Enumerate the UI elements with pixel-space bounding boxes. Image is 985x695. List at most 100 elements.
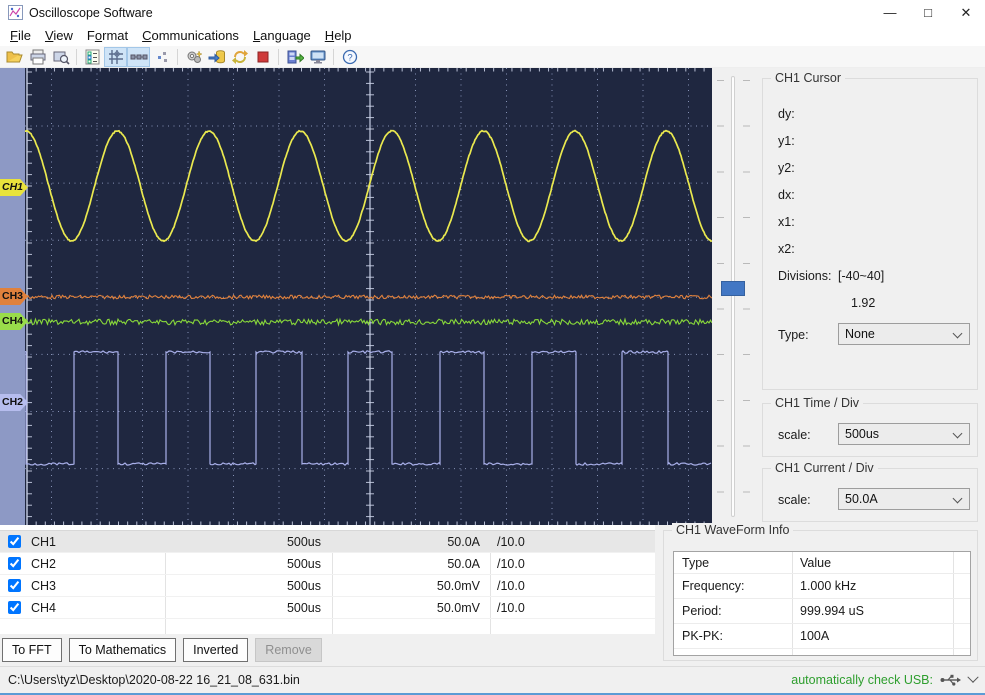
cursor-group-title: CH1 Cursor xyxy=(771,71,845,85)
display-grid-icon[interactable] xyxy=(104,46,127,67)
channel-time: 500us xyxy=(286,578,321,593)
close-button[interactable]: ✕ xyxy=(947,0,985,25)
cursor-dx-label: dx: xyxy=(778,188,795,202)
menu-communications[interactable]: Communications xyxy=(135,27,246,44)
current-scale-value: 50.0A xyxy=(845,492,878,506)
inverted-button[interactable]: Inverted xyxy=(183,638,249,662)
to-fft-button[interactable]: To FFT xyxy=(2,638,62,662)
channel-name: CH2 xyxy=(31,556,57,571)
window-title: Oscilloscope Software xyxy=(29,5,153,20)
wf-type: Frequency: xyxy=(682,579,745,593)
usb-dropdown-chevron-icon[interactable] xyxy=(967,671,979,683)
channel-atten: /10.0 xyxy=(497,600,525,615)
minimize-button[interactable]: — xyxy=(871,0,909,25)
settings-icon[interactable] xyxy=(182,47,205,67)
to-mathematics-button[interactable]: To Mathematics xyxy=(68,638,177,662)
cursor-type-label: Type: xyxy=(778,328,809,342)
channel-checkbox-ch1[interactable] xyxy=(8,535,21,548)
slider-handle[interactable] xyxy=(721,281,745,296)
wf-row-pkpk: PK-PK: 100A xyxy=(674,624,970,649)
menu-help[interactable]: Help xyxy=(318,27,359,44)
cursor-y1-label: y1: xyxy=(778,134,795,148)
wf-header-value: Value xyxy=(800,555,832,570)
channel-atten: /10.0 xyxy=(497,556,525,571)
display-points-icon[interactable] xyxy=(150,47,173,67)
status-bar: C:\Users\tyz\Desktop\2020-08-22 16_21_08… xyxy=(0,666,985,693)
divisions-range: [-40~40] xyxy=(838,269,885,283)
channel-checkbox-ch2[interactable] xyxy=(8,557,21,570)
channel-checkbox-ch3[interactable] xyxy=(8,579,21,592)
table-row-ch4[interactable]: CH4 500us 50.0mV /10.0 xyxy=(0,597,655,619)
channel-scale: 50.0A xyxy=(447,556,480,571)
wf-value: 100A xyxy=(800,629,830,643)
refresh-icon[interactable] xyxy=(228,47,251,67)
current-scale-label: scale: xyxy=(778,493,811,507)
usb-icon xyxy=(940,674,961,686)
print-preview-icon[interactable] xyxy=(49,47,72,67)
wf-row-period: Period: 999.994 uS xyxy=(674,599,970,624)
current-scale-select[interactable]: 50.0A xyxy=(838,488,970,510)
menu-language[interactable]: Language xyxy=(246,27,318,44)
display-list-icon[interactable] xyxy=(81,47,104,67)
toolbar: ? xyxy=(0,46,985,68)
toolbar-separator xyxy=(333,48,334,65)
stop-acquisition-icon[interactable] xyxy=(251,47,274,67)
display-dots-icon[interactable] xyxy=(127,46,150,67)
time-scale-value: 500us xyxy=(845,427,880,441)
open-file-icon[interactable] xyxy=(3,47,26,67)
maximize-button[interactable]: □ xyxy=(909,0,947,25)
app-icon xyxy=(8,5,23,20)
cursor-dy-label: dy: xyxy=(778,107,795,121)
menu-bar: File View Format Communications Language… xyxy=(0,25,985,46)
waveform-info-groupbox: CH1 WaveForm Info Type Value Frequency: … xyxy=(663,523,978,661)
channel-name: CH4 xyxy=(31,600,57,615)
table-row-ch2[interactable]: CH2 500us 50.0A /10.0 xyxy=(0,553,655,575)
waveform-info-region: CH1 WaveForm Info Type Value Frequency: … xyxy=(655,523,985,666)
connect-device-icon[interactable] xyxy=(205,47,228,67)
cursor-x1-label: x1: xyxy=(778,215,795,229)
slider-groove xyxy=(731,76,735,517)
channel-time: 500us xyxy=(286,600,321,615)
file-path: C:\Users\tyz\Desktop\2020-08-22 16_21_08… xyxy=(8,673,300,687)
cursor-x2-label: x2: xyxy=(778,242,795,256)
menu-view[interactable]: View xyxy=(38,27,80,44)
title-bar: Oscilloscope Software — □ ✕ xyxy=(0,0,985,25)
channels-table: CH1 500us 50.0A /10.0 CH2 500us 50.0A /1… xyxy=(0,530,655,635)
channel-scale: 50.0mV xyxy=(436,600,480,615)
table-row-ch3[interactable]: CH3 500us 50.0mV /10.0 xyxy=(0,575,655,597)
channel-time: 500us xyxy=(286,534,321,549)
cursor-type-select[interactable]: None xyxy=(838,323,970,345)
current-div-title: CH1 Current / Div xyxy=(771,461,878,475)
svg-text:?: ? xyxy=(347,52,352,63)
channel-checkbox-ch4[interactable] xyxy=(8,601,21,614)
waveform-info-title: CH1 WaveForm Info xyxy=(672,523,794,537)
toolbar-separator xyxy=(177,48,178,65)
slider-ticks xyxy=(717,80,724,514)
table-row-ch1[interactable]: CH1 500us 50.0A /10.0 xyxy=(0,531,655,553)
remove-button: Remove xyxy=(255,638,322,662)
channel-time: 500us xyxy=(286,556,321,571)
print-icon[interactable] xyxy=(26,47,49,67)
right-panel: CH1 Cursor dy: y1: y2: dx: x1: x2: Divis… xyxy=(755,68,985,525)
divisions-label: Divisions: xyxy=(778,269,832,283)
export-data-icon[interactable] xyxy=(283,47,306,67)
channel-atten: /10.0 xyxy=(497,578,525,593)
time-div-title: CH1 Time / Div xyxy=(771,396,864,410)
menu-file[interactable]: File xyxy=(3,27,38,44)
divisions-value: 1.92 xyxy=(851,296,876,310)
cursor-y2-label: y2: xyxy=(778,161,795,175)
wf-value: 1.000 kHz xyxy=(800,579,857,593)
menu-format[interactable]: Format xyxy=(80,27,135,44)
waveform-info-table: Type Value Frequency: 1.000 kHz Period: … xyxy=(673,551,971,656)
device-screen-icon[interactable] xyxy=(306,47,329,67)
wf-type: PK-PK: xyxy=(682,629,723,643)
wf-type: Period: xyxy=(682,604,722,618)
scope-display[interactable] xyxy=(24,68,713,525)
wf-header-type: Type xyxy=(682,555,710,570)
time-scale-select[interactable]: 500us xyxy=(838,423,970,445)
scope-region: CH1 CH3 CH4 CH2 xyxy=(0,68,755,525)
toolbar-separator xyxy=(278,48,279,65)
chevron-down-icon xyxy=(952,493,963,504)
help-icon[interactable]: ? xyxy=(338,47,361,67)
channel-name: CH1 xyxy=(31,534,57,549)
